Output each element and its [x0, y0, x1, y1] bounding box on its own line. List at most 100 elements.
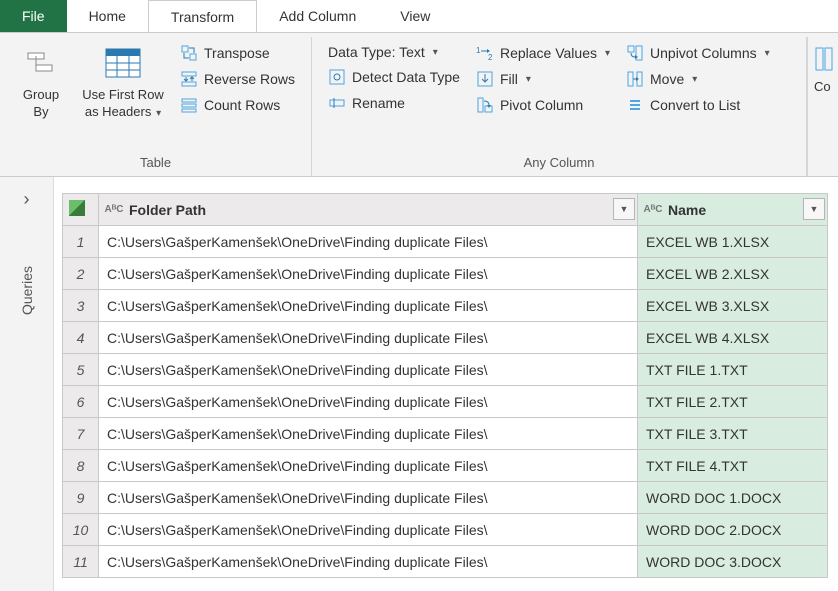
row-number[interactable]: 3: [63, 290, 99, 322]
tab-view[interactable]: View: [378, 0, 452, 32]
unpivot-label: Unpivot Columns: [650, 45, 757, 61]
column-header-name[interactable]: AᴮC Name ▼: [638, 194, 828, 226]
row-number[interactable]: 4: [63, 322, 99, 354]
row-number[interactable]: 8: [63, 450, 99, 482]
cell-folder-path[interactable]: C:\Users\GašperKamenšek\OneDrive\Finding…: [99, 322, 638, 354]
tab-file[interactable]: File: [0, 0, 67, 32]
work-area: › Queries AᴮC Folder Path ▼: [0, 177, 838, 591]
table-row[interactable]: 9C:\Users\GašperKamenšek\OneDrive\Findin…: [63, 482, 828, 514]
list-icon: [626, 96, 644, 114]
detect-data-type-button[interactable]: Detect Data Type: [324, 65, 464, 89]
table-row[interactable]: 2C:\Users\GašperKamenšek\OneDrive\Findin…: [63, 258, 828, 290]
tab-home[interactable]: Home: [67, 0, 148, 32]
replace-values-button[interactable]: 12 Replace Values ▾: [472, 41, 614, 65]
convert-to-list-button[interactable]: Convert to List: [622, 93, 774, 117]
rename-button[interactable]: Rename: [324, 91, 464, 115]
rename-icon: [328, 94, 346, 112]
use-first-row-headers-button[interactable]: Use First Row as Headers ▾: [74, 39, 172, 125]
chevron-down-icon: ▾: [526, 74, 531, 85]
row-number[interactable]: 11: [63, 546, 99, 578]
cell-folder-path[interactable]: C:\Users\GašperKamenšek\OneDrive\Finding…: [99, 482, 638, 514]
cell-folder-path[interactable]: C:\Users\GašperKamenšek\OneDrive\Finding…: [99, 514, 638, 546]
table-row[interactable]: 1C:\Users\GašperKamenšek\OneDrive\Findin…: [63, 226, 828, 258]
row-number[interactable]: 7: [63, 418, 99, 450]
column-header-name-label: Name: [668, 202, 706, 218]
chevron-down-icon: ▾: [605, 48, 610, 59]
pivot-column-button[interactable]: Pivot Column: [472, 93, 614, 117]
move-label: Move: [650, 71, 684, 87]
row-number[interactable]: 9: [63, 482, 99, 514]
filter-button-folder-path[interactable]: ▼: [613, 198, 635, 220]
cell-name[interactable]: EXCEL WB 1.XLSX: [638, 226, 828, 258]
pivot-icon: [476, 96, 494, 114]
data-table: AᴮC Folder Path ▼ AᴮC Name ▼ 1C:\Users\G: [62, 193, 828, 578]
table-row[interactable]: 6C:\Users\GašperKamenšek\OneDrive\Findin…: [63, 386, 828, 418]
table-row[interactable]: 3C:\Users\GašperKamenšek\OneDrive\Findin…: [63, 290, 828, 322]
cell-folder-path[interactable]: C:\Users\GašperKamenšek\OneDrive\Finding…: [99, 546, 638, 578]
row-number[interactable]: 5: [63, 354, 99, 386]
group-by-icon: [21, 43, 61, 83]
table-headers-icon: [103, 43, 143, 83]
cell-name[interactable]: WORD DOC 3.DOCX: [638, 546, 828, 578]
table-row[interactable]: 11C:\Users\GašperKamenšek\OneDrive\Findi…: [63, 546, 828, 578]
data-grid: AᴮC Folder Path ▼ AᴮC Name ▼ 1C:\Users\G: [54, 177, 838, 591]
column-header-folder-path[interactable]: AᴮC Folder Path ▼: [99, 194, 638, 226]
cell-folder-path[interactable]: C:\Users\GašperKamenšek\OneDrive\Finding…: [99, 354, 638, 386]
cell-name[interactable]: EXCEL WB 2.XLSX: [638, 258, 828, 290]
fill-button[interactable]: Fill▾: [472, 67, 614, 91]
table-row[interactable]: 5C:\Users\GašperKamenšek\OneDrive\Findin…: [63, 354, 828, 386]
tab-add-column[interactable]: Add Column: [257, 0, 378, 32]
reverse-rows-icon: [180, 70, 198, 88]
tab-transform[interactable]: Transform: [148, 0, 257, 32]
reverse-rows-button[interactable]: Reverse Rows: [176, 67, 299, 91]
row-number[interactable]: 1: [63, 226, 99, 258]
text-type-icon: AᴮC: [644, 202, 662, 218]
cell-folder-path[interactable]: C:\Users\GašperKamenšek\OneDrive\Finding…: [99, 450, 638, 482]
table-corner-button[interactable]: [63, 194, 99, 226]
table-row[interactable]: 8C:\Users\GašperKamenšek\OneDrive\Findin…: [63, 450, 828, 482]
move-button[interactable]: Move ▾: [622, 67, 774, 91]
filter-button-name[interactable]: ▼: [803, 198, 825, 220]
chevron-down-icon: ▾: [692, 74, 697, 85]
cell-folder-path[interactable]: C:\Users\GašperKamenšek\OneDrive\Finding…: [99, 418, 638, 450]
ribbon-group-any-column: Data Type: Text▾ Detect Data Type Rename…: [312, 37, 807, 176]
cell-folder-path[interactable]: C:\Users\GašperKamenšek\OneDrive\Finding…: [99, 386, 638, 418]
chevron-down-icon: ▾: [765, 48, 770, 59]
rename-label: Rename: [352, 95, 405, 111]
ribbon-group-cutoff: Co: [807, 37, 838, 176]
ribbon-group-table-label: Table: [8, 151, 303, 176]
row-number[interactable]: 10: [63, 514, 99, 546]
replace-icon: 12: [476, 44, 494, 62]
cell-name[interactable]: TXT FILE 4.TXT: [638, 450, 828, 482]
row-number[interactable]: 2: [63, 258, 99, 290]
cell-name[interactable]: EXCEL WB 4.XLSX: [638, 322, 828, 354]
replace-label: Replace Values: [500, 45, 597, 61]
unpivot-columns-button[interactable]: Unpivot Columns ▾: [622, 41, 774, 65]
cell-name[interactable]: WORD DOC 2.DOCX: [638, 514, 828, 546]
cell-name[interactable]: WORD DOC 1.DOCX: [638, 482, 828, 514]
svg-text:2: 2: [488, 53, 493, 61]
cell-folder-path[interactable]: C:\Users\GašperKamenšek\OneDrive\Finding…: [99, 258, 638, 290]
table-row[interactable]: 4C:\Users\GašperKamenšek\OneDrive\Findin…: [63, 322, 828, 354]
svg-text:1: 1: [476, 46, 481, 55]
row-number[interactable]: 6: [63, 386, 99, 418]
cell-folder-path[interactable]: C:\Users\GašperKamenšek\OneDrive\Finding…: [99, 226, 638, 258]
column-header-folder-path-label: Folder Path: [129, 202, 206, 218]
expand-queries-button[interactable]: ›: [24, 189, 30, 210]
cell-name[interactable]: TXT FILE 3.TXT: [638, 418, 828, 450]
group-by-button[interactable]: Group By: [8, 39, 74, 125]
cell-folder-path[interactable]: C:\Users\GašperKamenšek\OneDrive\Finding…: [99, 290, 638, 322]
count-rows-button[interactable]: Count Rows: [176, 93, 299, 117]
queries-pane: › Queries: [0, 177, 54, 591]
count-rows-icon: [180, 96, 198, 114]
table-row[interactable]: 10C:\Users\GašperKamenšek\OneDrive\Findi…: [63, 514, 828, 546]
cell-name[interactable]: TXT FILE 1.TXT: [638, 354, 828, 386]
table-icon: [69, 200, 85, 216]
data-type-button[interactable]: Data Type: Text▾: [324, 41, 464, 63]
text-type-icon: AᴮC: [105, 202, 123, 218]
cell-name[interactable]: TXT FILE 2.TXT: [638, 386, 828, 418]
transpose-button[interactable]: Transpose: [176, 41, 299, 65]
cell-name[interactable]: EXCEL WB 3.XLSX: [638, 290, 828, 322]
ribbon-group-any-column-label: Any Column: [320, 151, 798, 176]
table-row[interactable]: 7C:\Users\GašperKamenšek\OneDrive\Findin…: [63, 418, 828, 450]
